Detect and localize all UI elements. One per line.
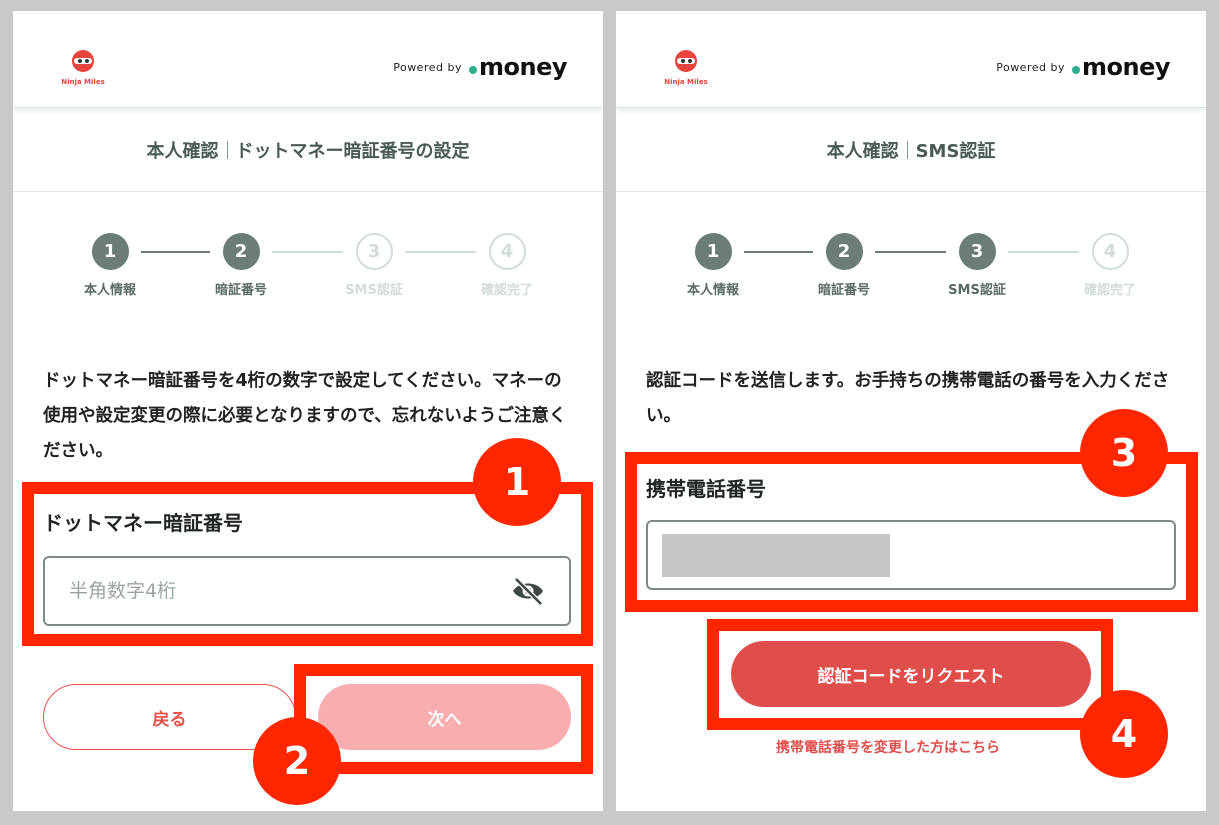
step-number: 1 <box>694 233 732 270</box>
annotation-badge-4: 4 <box>1080 690 1168 778</box>
logo-name: Ninja Miles <box>61 78 105 86</box>
title-separator <box>906 140 908 159</box>
page-title-main: 本人確認 <box>826 140 899 162</box>
step-label: 確認完了 <box>480 283 533 298</box>
page-title: 本人確認 SMS認証 <box>616 108 1206 192</box>
step-label: 確認完了 <box>1083 283 1136 298</box>
step-2: 2 暗証番号 <box>196 233 286 298</box>
powered-by: Powered by money <box>996 55 1170 79</box>
step-number: 2 <box>222 233 260 270</box>
ninja-icon <box>69 47 97 75</box>
ninja-icon <box>672 47 700 75</box>
step-3: 3 SMS認証 <box>329 233 419 298</box>
page-title-main: 本人確認 <box>146 140 219 162</box>
ninja-miles-logo: Ninja Miles <box>661 47 711 86</box>
step-4: 4 確認完了 <box>1065 233 1155 298</box>
step-3: 3 SMS認証 <box>932 233 1022 298</box>
step-4: 4 確認完了 <box>462 233 552 298</box>
powered-by: Powered by money <box>393 55 567 79</box>
header: Ninja Miles Powered by money <box>13 11 603 108</box>
step-1: 1 本人情報 <box>668 233 758 298</box>
highlight-box-4 <box>707 619 1113 730</box>
brand-dot-icon <box>1071 66 1080 74</box>
step-label: 暗証番号 <box>817 283 870 298</box>
step-number: 3 <box>958 233 996 270</box>
logo-name: Ninja Miles <box>664 78 708 86</box>
change-phone-link[interactable]: 携帯電話番号を変更した方はこちら <box>776 737 1000 757</box>
step-2: 2 暗証番号 <box>799 233 889 298</box>
step-label: 本人情報 <box>686 283 739 298</box>
step-number: 3 <box>355 233 393 270</box>
page-title-sub: ドットマネー暗証番号の設定 <box>235 140 470 162</box>
step-number: 1 <box>91 233 129 270</box>
annotation-badge-3: 3 <box>1080 409 1168 497</box>
step-number: 2 <box>825 233 863 270</box>
brand-name: money <box>1081 53 1171 81</box>
step-label: 本人情報 <box>83 283 136 298</box>
brand-dot-icon <box>468 66 477 74</box>
annotation-badge-2: 2 <box>253 717 341 805</box>
ninja-miles-logo: Ninja Miles <box>58 47 108 86</box>
page-title-sub: SMS認証 <box>915 140 996 162</box>
step-label: SMS認証 <box>948 283 1006 298</box>
header: Ninja Miles Powered by money <box>616 11 1206 108</box>
powered-by-text: Powered by <box>393 60 462 74</box>
title-separator <box>226 140 228 159</box>
brand-name: money <box>478 53 568 81</box>
annotation-badge-1: 1 <box>473 438 561 526</box>
powered-by-text: Powered by <box>996 60 1065 74</box>
step-number: 4 <box>488 233 526 270</box>
step-1: 1 本人情報 <box>65 233 155 298</box>
page-title: 本人確認 ドットマネー暗証番号の設定 <box>13 108 603 192</box>
step-number: 4 <box>1091 233 1129 270</box>
step-label: 暗証番号 <box>214 283 267 298</box>
step-label: SMS認証 <box>345 283 403 298</box>
